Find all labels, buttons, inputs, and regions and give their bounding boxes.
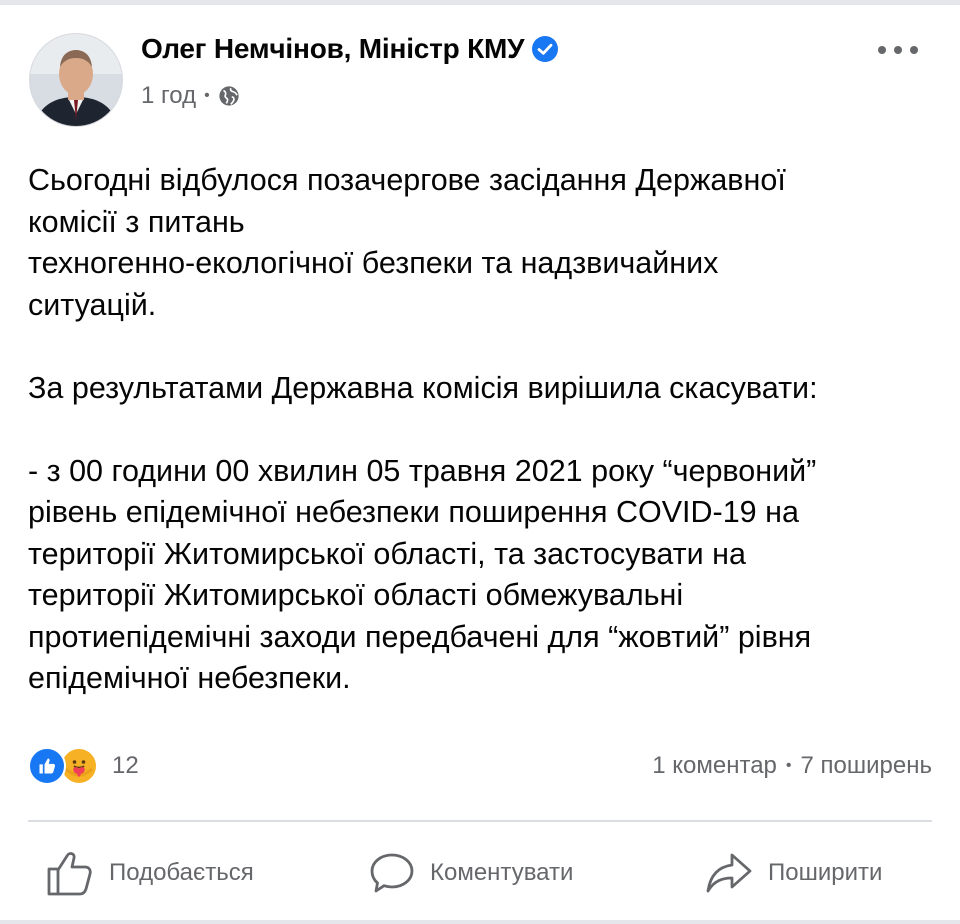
paragraph-1: Сьогодні відбулося позачергове засідання…: [28, 160, 940, 326]
text-line: - з 00 години 00 хвилин 05 травня 2021 р…: [28, 453, 817, 488]
text-line: Сьогодні відбулося позачергове засідання…: [28, 163, 786, 197]
author-name[interactable]: Олег Немчінов, Міністр КМУ: [141, 33, 525, 65]
reactions-count: 12: [112, 752, 139, 779]
thumbs-up-icon: [47, 852, 92, 896]
shares-count[interactable]: 7 поширень: [801, 752, 932, 780]
text-line: території Житомирської області, та засто…: [28, 536, 746, 571]
share-button[interactable]: Поширити: [704, 838, 882, 908]
text-line: ситуацій.: [28, 287, 157, 322]
text-line: За результатами Державна комісія вирішил…: [28, 370, 818, 405]
post-text: Сьогодні відбулося позачергове засідання…: [28, 160, 940, 700]
bottom-border: [0, 920, 960, 924]
comments-count[interactable]: 1 коментар: [652, 752, 777, 780]
counts-separator: •: [785, 757, 792, 774]
text-line: території Житомирської області обмежувал…: [28, 578, 684, 612]
reactions-summary[interactable]: 12: [28, 747, 139, 785]
avatar[interactable]: [29, 33, 123, 127]
post-meta: 1 год •: [141, 82, 240, 110]
text-line: техногенно-екологічної безпеки та надзви…: [28, 246, 719, 280]
comment-icon: [370, 853, 414, 893]
author-row: Олег Немчінов, Міністр КМУ: [141, 33, 559, 65]
share-label: Поширити: [768, 859, 883, 886]
verified-icon: [532, 36, 559, 62]
globe-icon: [219, 86, 239, 106]
more-dot: [878, 46, 886, 54]
engagement-counts: 1 коментар • 7 поширень: [652, 752, 932, 780]
more-dot: [894, 46, 902, 54]
comment-label: Коментувати: [430, 859, 574, 886]
text-line: протиепідемічні заходи передбачені для “…: [28, 619, 812, 654]
text-line: комісії з питань: [28, 204, 245, 239]
more-dot: [910, 46, 918, 54]
post-actions: Подобається Коментувати Поширити: [0, 838, 960, 908]
comment-button[interactable]: Коментувати: [368, 838, 573, 908]
text-line: епідемічної небезпеки.: [28, 661, 351, 695]
like-reaction-icon: [28, 747, 66, 785]
text-line: рівень епідемічної небезпеки поширення C…: [28, 495, 799, 529]
like-label: Подобається: [109, 859, 254, 886]
paragraph-3: - з 00 години 00 хвилин 05 травня 2021 р…: [28, 451, 940, 700]
like-button[interactable]: Подобається: [45, 838, 254, 908]
post-header: Олег Немчінов, Міністр КМУ 1 год •: [0, 0, 960, 130]
divider: [28, 820, 932, 822]
meta-separator: •: [204, 87, 210, 104]
post-time[interactable]: 1 год: [141, 82, 196, 110]
post-stats: 12 1 коментар • 7 поширень: [0, 744, 960, 790]
share-icon: [706, 853, 752, 893]
more-options-icon[interactable]: [878, 35, 918, 65]
paragraph-2: За результатами Державна комісія вирішил…: [28, 368, 940, 410]
